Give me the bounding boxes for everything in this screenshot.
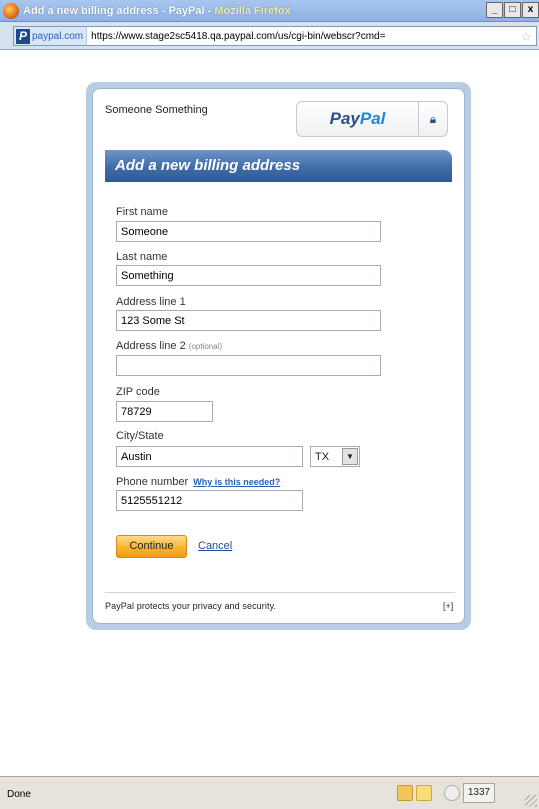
address-line-1-label: Address line 1 [116, 296, 186, 308]
optional-note: (optional) [188, 342, 223, 351]
zip-code-label: ZIP code [116, 386, 160, 398]
window-title-bar[interactable]: Add a new billing address - PayPal - Moz… [0, 0, 539, 22]
address-line-1-field[interactable] [116, 310, 381, 331]
expand-icon[interactable]: [+] [443, 601, 453, 611]
paypal-logo: PayPal 🔒︎ [296, 101, 448, 137]
site-identity-badge[interactable]: P paypal.com [14, 27, 88, 45]
footer-divider [105, 592, 455, 593]
bookmark-star-icon[interactable]: ☆ [520, 29, 532, 45]
site-identity-domain: paypal.com [32, 30, 84, 42]
minimize-button[interactable]: _ [486, 2, 503, 18]
address-bar: P paypal.com https://www.stage2sc5418.qa… [0, 22, 539, 50]
status-bar: Done 1337 [0, 776, 539, 809]
lock-icon: 🔒︎ [429, 111, 437, 126]
phone-number-field[interactable] [116, 490, 303, 511]
secure-lock-icon[interactable] [397, 785, 413, 801]
first-name-field[interactable] [116, 221, 381, 242]
city-state-label: City/State [116, 430, 164, 442]
download-icon[interactable] [416, 785, 432, 801]
address-line-2-field[interactable] [116, 355, 381, 376]
address-line-2-label: Address line 2 (optional) [116, 340, 223, 352]
paypal-logo-text: PayPal [297, 102, 419, 136]
close-button[interactable]: x [522, 2, 539, 18]
zip-code-field[interactable] [116, 401, 213, 422]
continue-button[interactable]: Continue [116, 535, 187, 558]
firefox-icon [3, 2, 19, 19]
account-name: Someone Something [105, 104, 208, 116]
city-field[interactable] [116, 446, 303, 467]
timer-icon[interactable] [444, 785, 460, 801]
last-name-label: Last name [116, 251, 168, 263]
last-name-field[interactable] [116, 265, 381, 286]
window-title: Add a new billing address - PayPal - Moz… [23, 4, 291, 17]
first-name-label: First name [116, 206, 168, 218]
privacy-notice: PayPal protects your privacy and securit… [105, 601, 277, 611]
phone-number-label: Phone number Why is this needed? [116, 476, 281, 488]
section-header: Add a new billing address [105, 150, 452, 182]
window-controls: _ □ x [485, 2, 539, 18]
why-needed-link[interactable]: Why is this needed? [193, 477, 280, 487]
dropdown-arrow-icon[interactable]: ▼ [342, 448, 358, 465]
url-field[interactable]: P paypal.com https://www.stage2sc5418.qa… [13, 26, 537, 46]
resize-grip-icon[interactable] [525, 795, 537, 807]
cancel-link[interactable]: Cancel [198, 540, 232, 552]
url-text: https://www.stage2sc5418.qa.paypal.com/u… [91, 30, 386, 42]
status-text: Done [7, 789, 31, 800]
state-value: TX [315, 450, 330, 463]
paypal-favicon: P [16, 28, 30, 44]
maximize-button[interactable]: □ [504, 2, 521, 18]
status-counter: 1337 [463, 783, 495, 803]
state-select[interactable]: TX ▼ [310, 446, 360, 467]
